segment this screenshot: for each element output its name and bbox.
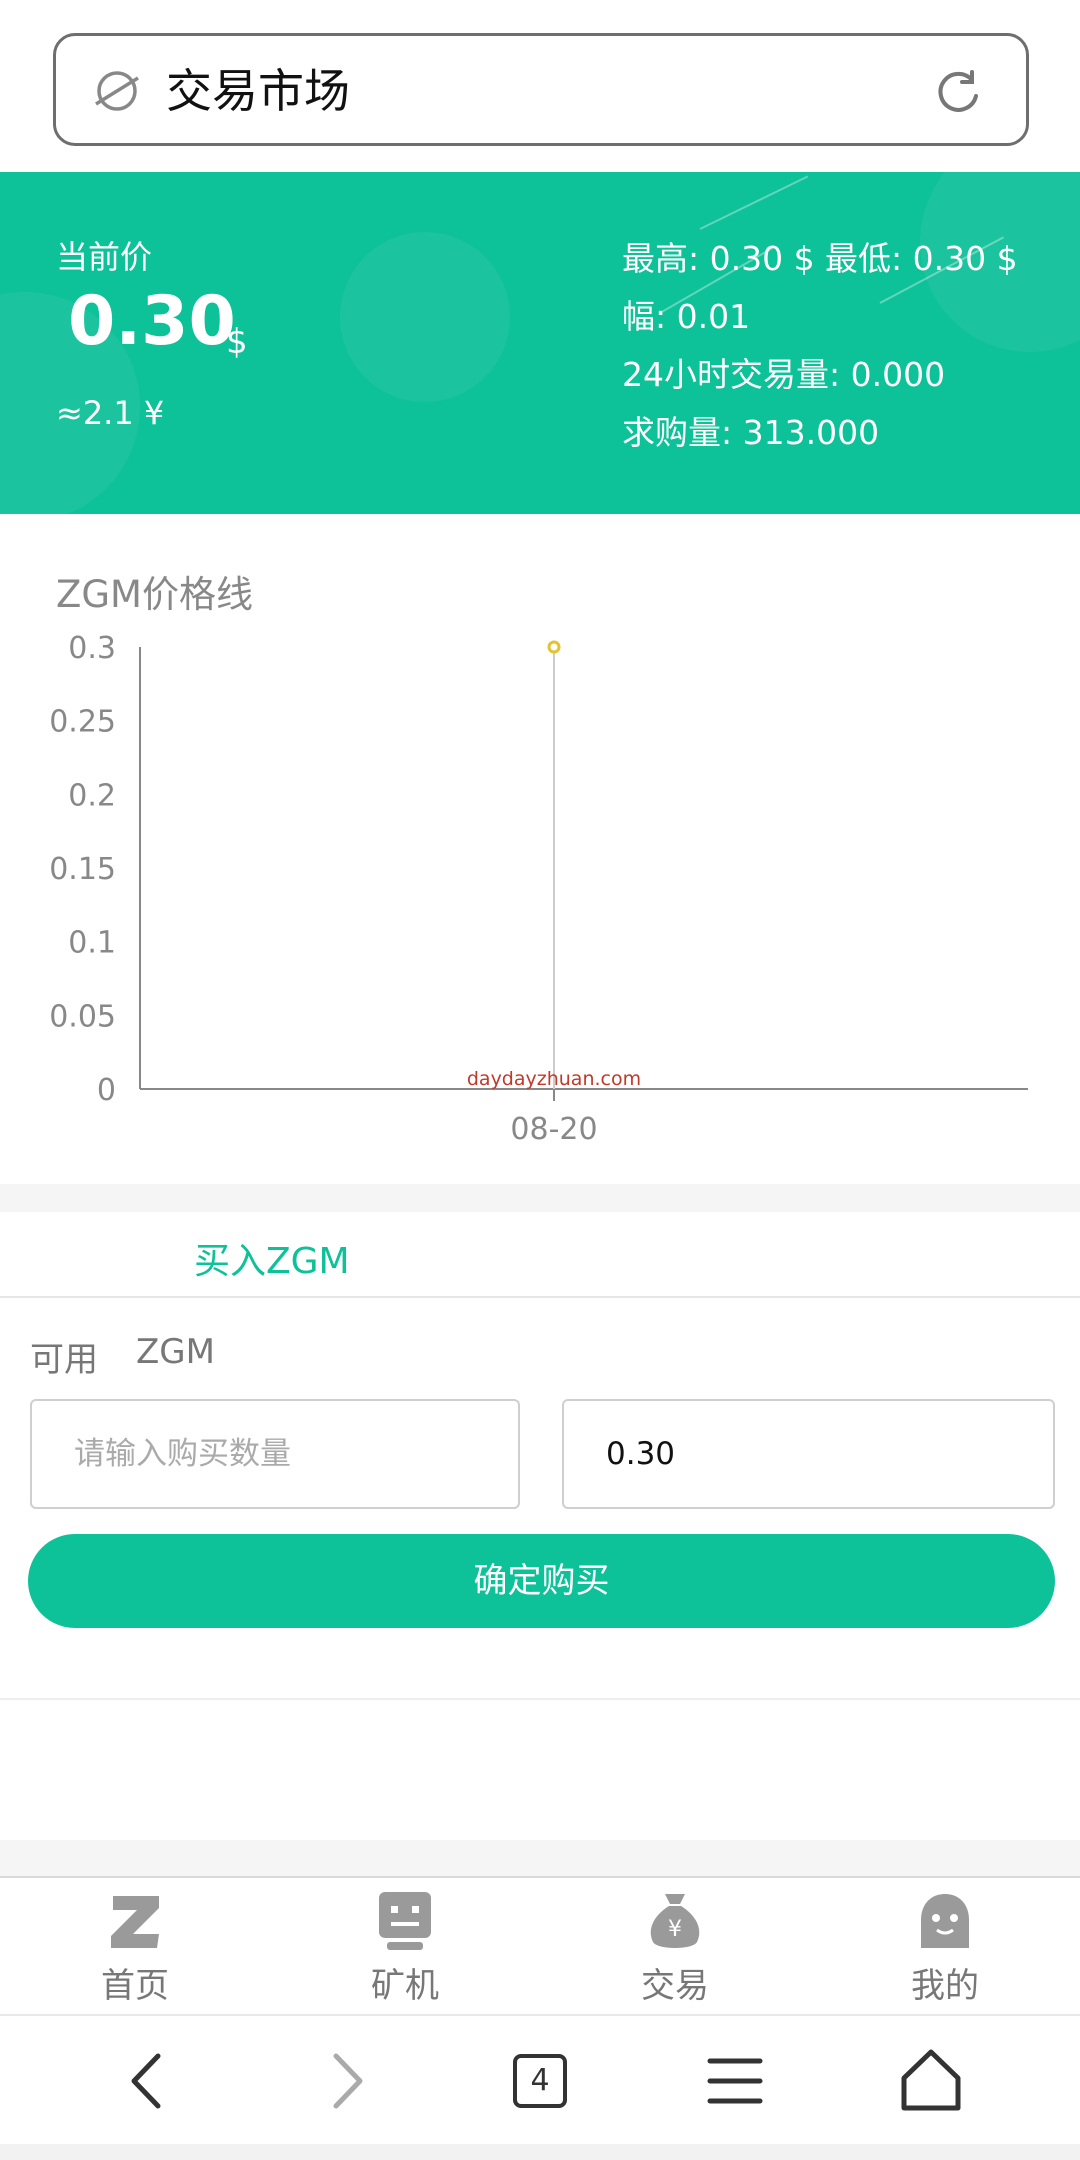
tab-miner[interactable]: 矿机 [270,1878,540,2016]
address-bar-area: 交易市场 [0,0,1080,172]
tabs-button[interactable]: 4 [495,2036,585,2126]
y-tick-label: 0.25 [49,705,116,740]
watermark-text: daydayzhuan.com [467,1068,641,1090]
y-tick-label: 0.2 [68,778,116,813]
section-divider [0,1698,1080,1700]
price-chart: 0.3 0.25 0.2 0.15 0.1 0.05 0 08-20 daydayzhuan.c… [49,631,1028,1147]
price-unit: $ [226,322,248,362]
y-tick-label: 0.15 [49,852,116,887]
tab-count: 4 [530,2063,550,2098]
refresh-icon[interactable] [932,66,984,118]
decor-circle [340,232,510,402]
z-logo-icon [111,1896,159,1948]
buy-volume-stat: 求购量: 313.000 [622,413,880,452]
forward-icon[interactable] [300,2036,390,2126]
y-tick-label: 0.3 [68,631,116,666]
data-point [547,640,561,654]
bottom-strip [0,2144,1080,2160]
tab-trade[interactable]: ¥ 交易 [540,1878,810,2016]
home-icon[interactable] [886,2036,976,2126]
tab-label: 矿机 [371,1966,439,2006]
quantity-input[interactable]: 请输入购买数量 [30,1399,520,1509]
cny-equivalent: ≈2.1 ¥ [56,394,165,432]
section-gap [0,1184,1080,1212]
browser-nav-bar: 4 [0,2014,1080,2144]
price-header: 当前价 0.30 $ ≈2.1 ¥ 最高: 0.30 $ 最低: 0.30 $ … [0,172,1080,514]
back-icon[interactable] [104,2036,194,2126]
money-bag-icon: ¥ [650,1894,700,1948]
menu-icon[interactable] [690,2036,780,2126]
tab-label: 我的 [911,1966,979,2006]
buy-section: 买入ZGM 可用 ZGM 请输入购买数量 0.30 确定购买 [0,1212,1080,1840]
tab-label: 交易 [641,1966,709,2006]
tab-divider [0,1296,1080,1298]
high-low-stat: 最高: 0.30 $ 最低: 0.30 $ [622,239,1018,278]
confirm-buy-button[interactable]: 确定购买 [28,1534,1055,1628]
svg-text:¥: ¥ [668,1917,682,1942]
tab-buy-zgm[interactable]: 买入ZGM [194,1232,350,1284]
address-bar[interactable]: 交易市场 [53,33,1029,146]
bottom-gap [0,1840,1080,1876]
y-tick-label: 0 [97,1073,116,1108]
volume-24h-stat: 24小时交易量: 0.000 [622,355,946,394]
robot-icon [379,1892,431,1950]
tab-label: 首页 [101,1966,169,2006]
available-label: 可用 [30,1340,98,1380]
y-tick-label: 0.05 [49,999,116,1034]
bottom-tab-bar: 首页 矿机 ¥ 交易 我的 [0,1876,1080,2014]
available-unit: ZGM [136,1332,215,1372]
planet-icon [95,71,139,111]
decor-line [699,175,809,230]
page: 交易市场 当前价 0.30 $ ≈2.1 ¥ 最高: 0.30 $ 最低: 0.… [0,0,1080,2160]
current-price-label: 当前价 [56,238,153,276]
price-chart-section: ZGM价格线 0.3 0.25 0.2 0.15 0.1 0.05 0 08-20 dayday… [0,514,1080,1184]
current-price: 0.30 [68,282,236,361]
y-tick-label: 0.1 [68,926,116,961]
tab-home[interactable]: 首页 [0,1878,270,2016]
ghost-avatar-icon [921,1894,969,1948]
price-input[interactable]: 0.30 [562,1399,1055,1509]
change-stat: 幅: 0.01 [622,297,751,336]
tab-mine[interactable]: 我的 [810,1878,1080,2016]
tabs-count-icon: 4 [513,2054,567,2108]
x-tick-label: 08-20 [510,1112,597,1147]
page-title: 交易市场 [166,64,350,118]
